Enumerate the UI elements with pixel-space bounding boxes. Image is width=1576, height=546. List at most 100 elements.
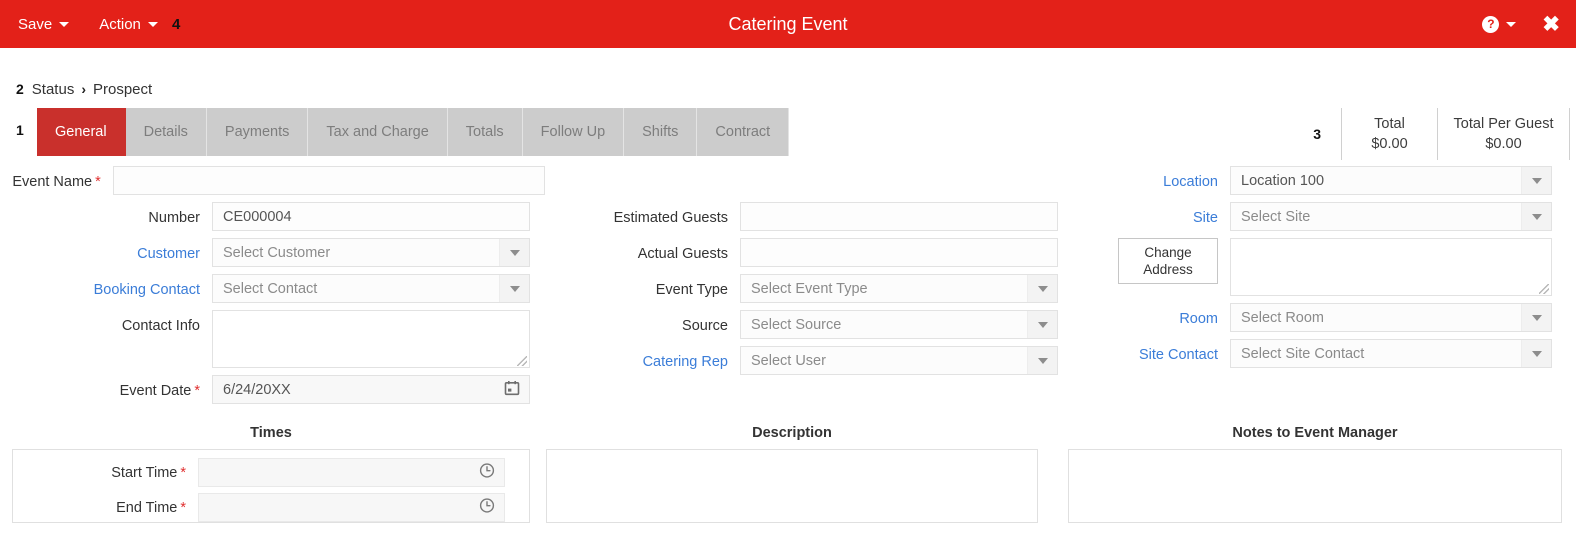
estimated-guests-input[interactable] bbox=[740, 202, 1058, 231]
chevron-down-icon bbox=[1521, 304, 1551, 331]
contact-info-textarea[interactable] bbox=[212, 310, 530, 368]
tab-shifts[interactable]: Shifts bbox=[624, 108, 698, 156]
calendar-icon[interactable] bbox=[504, 380, 520, 400]
field-row-catering-rep: Catering Rep Select User bbox=[560, 346, 1065, 375]
field-row-event-date: Event Date * 6/24/20XX bbox=[0, 375, 545, 404]
tab-details[interactable]: Details bbox=[125, 108, 207, 156]
title-bar-controls: ? ✖ bbox=[1482, 0, 1560, 48]
start-time-input[interactable] bbox=[198, 458, 505, 487]
tab-label: Shifts bbox=[642, 124, 679, 140]
required-asterisk: * bbox=[194, 383, 200, 399]
tab-totals[interactable]: Totals bbox=[447, 108, 523, 156]
times-panel-title: Times bbox=[250, 425, 292, 441]
customer-select-value: Select Customer bbox=[223, 244, 331, 261]
tab-payments[interactable]: Payments bbox=[206, 108, 309, 156]
chevron-down-icon bbox=[1506, 21, 1517, 27]
end-time-input[interactable] bbox=[198, 493, 505, 522]
tab-contract[interactable]: Contract bbox=[697, 108, 790, 156]
event-name-input[interactable] bbox=[112, 166, 545, 195]
label-text: Event Date bbox=[119, 383, 192, 399]
booking-contact-select-value: Select Contact bbox=[223, 280, 318, 297]
close-icon[interactable]: ✖ bbox=[1542, 14, 1560, 35]
field-row-contact-info: Contact Info bbox=[0, 310, 545, 368]
location-select-value: Location 100 bbox=[1241, 172, 1325, 189]
event-date-value: 6/24/20XX bbox=[223, 381, 291, 398]
form-column-middle: Estimated Guests Actual Guests Event Typ… bbox=[560, 202, 1065, 382]
total-per-guest-summary-cell: Total Per Guest $0.00 bbox=[1437, 108, 1569, 160]
estimated-guests-label: Estimated Guests bbox=[613, 210, 728, 226]
chevron-down-icon bbox=[1027, 275, 1057, 302]
breadcrumb-status-label: Status bbox=[31, 80, 75, 98]
resize-handle-icon[interactable] bbox=[517, 356, 527, 366]
required-asterisk: * bbox=[95, 174, 101, 190]
change-address-line-2: Address bbox=[1143, 262, 1193, 277]
notes-textarea[interactable] bbox=[1068, 449, 1562, 523]
number-input[interactable]: CE000004 bbox=[212, 202, 530, 231]
site-contact-label-link[interactable]: Site Contact bbox=[1100, 339, 1230, 363]
site-contact-select-value: Select Site Contact bbox=[1241, 345, 1365, 362]
step-marker-3: 3 bbox=[1313, 126, 1321, 142]
step-marker-2: 2 bbox=[16, 81, 24, 97]
location-select[interactable]: Location 100 bbox=[1230, 166, 1552, 195]
event-date-input[interactable]: 6/24/20XX bbox=[212, 375, 530, 404]
booking-contact-label-link[interactable]: Booking Contact bbox=[0, 274, 212, 298]
totals-divider bbox=[1569, 108, 1570, 160]
help-menu-button[interactable]: ? bbox=[1482, 15, 1517, 33]
field-row-start-time: Start Time * bbox=[13, 458, 505, 487]
address-textarea[interactable] bbox=[1230, 238, 1552, 296]
source-select[interactable]: Select Source bbox=[740, 310, 1058, 339]
total-summary-cell: Total $0.00 bbox=[1341, 108, 1437, 160]
label-text: Start Time bbox=[111, 464, 178, 481]
chevron-down-icon bbox=[499, 275, 529, 302]
form-column-left: Event Name * Number CE000004 Customer Sel… bbox=[0, 166, 545, 411]
times-panel: Times Start Time * End Time * bbox=[12, 425, 530, 523]
title-bar: Save Action 4 Catering Event ? ✖ bbox=[0, 0, 1576, 48]
catering-rep-select[interactable]: Select User bbox=[740, 346, 1058, 375]
field-row-end-time: End Time * bbox=[13, 493, 505, 522]
source-label: Source bbox=[682, 318, 728, 334]
field-row-address: Change Address bbox=[1100, 238, 1576, 296]
total-label: Total bbox=[1374, 116, 1405, 132]
tab-follow-up[interactable]: Follow Up bbox=[522, 108, 625, 156]
start-time-label: Start Time * bbox=[13, 465, 198, 481]
customer-select[interactable]: Select Customer bbox=[212, 238, 530, 267]
tab-general[interactable]: General bbox=[37, 108, 126, 156]
field-row-customer: Customer Select Customer bbox=[0, 238, 545, 267]
title-bar-menu: Save Action bbox=[18, 0, 158, 48]
save-menu-label: Save bbox=[18, 15, 53, 33]
description-textarea[interactable] bbox=[546, 449, 1038, 523]
site-contact-select[interactable]: Select Site Contact bbox=[1230, 339, 1552, 368]
step-marker-4: 4 bbox=[172, 15, 181, 33]
tab-label: General bbox=[55, 124, 107, 140]
site-label-link[interactable]: Site bbox=[1100, 202, 1230, 226]
action-menu-button[interactable]: Action bbox=[99, 16, 158, 33]
description-panel-title: Description bbox=[752, 425, 832, 441]
chevron-down-icon bbox=[59, 21, 70, 27]
customer-label-link[interactable]: Customer bbox=[0, 238, 212, 262]
clock-icon[interactable] bbox=[479, 462, 495, 483]
site-select[interactable]: Select Site bbox=[1230, 202, 1552, 231]
chevron-down-icon bbox=[1027, 311, 1057, 338]
event-name-label: Event Name * bbox=[0, 166, 113, 190]
tab-label: Follow Up bbox=[540, 124, 606, 140]
required-asterisk: * bbox=[180, 464, 186, 481]
room-label-link[interactable]: Room bbox=[1100, 303, 1230, 327]
location-label-link[interactable]: Location bbox=[1100, 166, 1230, 190]
chevron-down-icon bbox=[499, 239, 529, 266]
event-type-select[interactable]: Select Event Type bbox=[740, 274, 1058, 303]
help-icon: ? bbox=[1482, 15, 1500, 33]
end-time-label: End Time * bbox=[13, 500, 198, 516]
actual-guests-input[interactable] bbox=[740, 238, 1058, 267]
clock-icon[interactable] bbox=[479, 497, 495, 518]
total-per-guest-value: $0.00 bbox=[1485, 136, 1522, 152]
catering-rep-label-link[interactable]: Catering Rep bbox=[560, 346, 740, 370]
resize-handle-icon[interactable] bbox=[1539, 284, 1549, 294]
tab-tax-and-charge[interactable]: Tax and Charge bbox=[308, 108, 448, 156]
save-menu-button[interactable]: Save bbox=[18, 15, 70, 33]
booking-contact-select[interactable]: Select Contact bbox=[212, 274, 530, 303]
room-select[interactable]: Select Room bbox=[1230, 303, 1552, 332]
chevron-down-icon bbox=[147, 21, 158, 27]
change-address-button[interactable]: Change Address bbox=[1118, 238, 1218, 284]
field-row-event-name: Event Name * bbox=[0, 166, 545, 195]
total-value: $0.00 bbox=[1371, 136, 1408, 152]
